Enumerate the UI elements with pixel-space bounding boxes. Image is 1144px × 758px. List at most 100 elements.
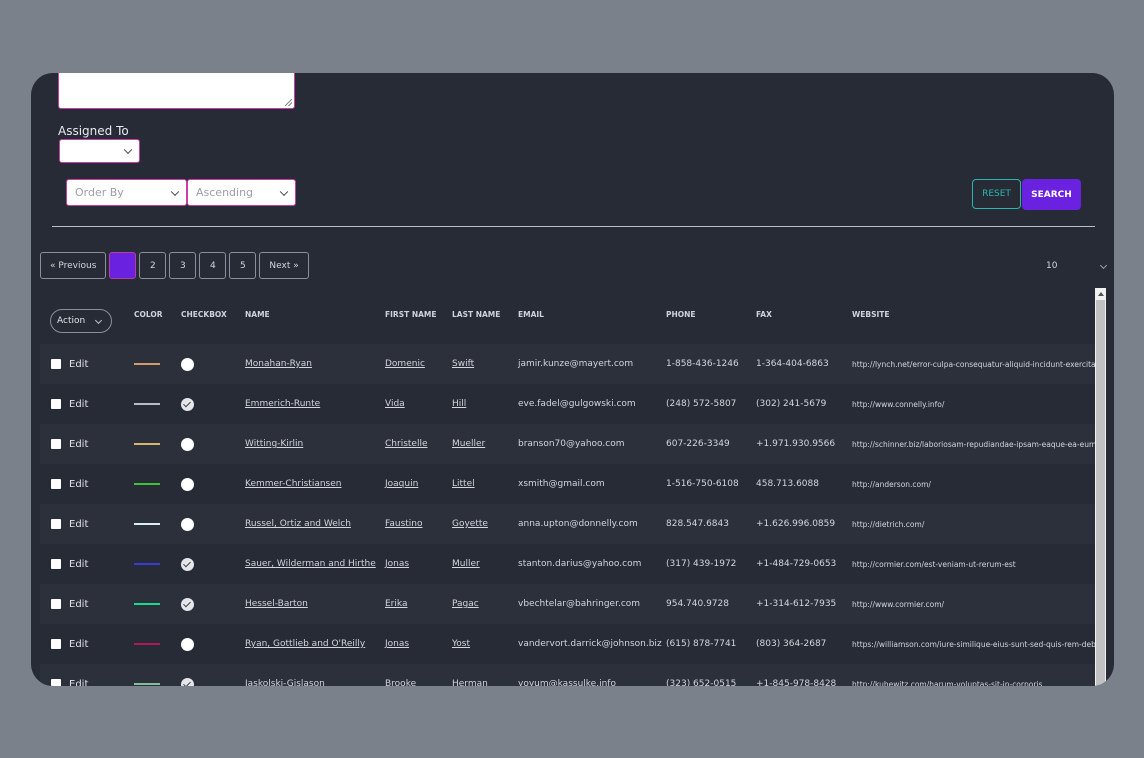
bulk-action-dropdown[interactable]: Action: [50, 309, 112, 333]
first-name-link[interactable]: Jonas: [385, 544, 409, 584]
email-cell: jamir.kunze@mayert.com: [518, 359, 634, 369]
header-website[interactable]: WEBSITE: [852, 310, 890, 319]
row-select-checkbox[interactable]: [51, 679, 61, 686]
page-button-2[interactable]: 2: [139, 252, 167, 279]
per-page-select[interactable]: 10: [1046, 256, 1108, 276]
email-cell: xsmith@gmail.com: [518, 479, 605, 489]
table-body: Edit Monahan-Ryan Domenic Swift jamir.kunze@…: [40, 344, 1095, 686]
check-circle-icon[interactable]: [181, 597, 194, 611]
last-name-link[interactable]: Goyette: [452, 504, 488, 544]
vertical-scrollbar[interactable]: [1095, 288, 1106, 686]
first-name-link[interactable]: Domenic: [385, 344, 425, 384]
header-checkbox[interactable]: CHECKBOX: [181, 310, 227, 319]
filter-panel: Assigned To Order By Ascending RESET SEA…: [52, 73, 1095, 227]
edit-link[interactable]: Edit: [69, 544, 88, 584]
edit-link[interactable]: Edit: [69, 384, 88, 424]
row-select-checkbox[interactable]: [51, 599, 61, 609]
empty-circle-icon[interactable]: [181, 517, 194, 531]
name-link[interactable]: Emmerich-Runte: [245, 384, 320, 424]
next-page-button[interactable]: Next »: [259, 252, 309, 279]
chevron-down-icon: [123, 145, 133, 155]
edit-link[interactable]: Edit: [69, 664, 88, 687]
row-select-checkbox[interactable]: [51, 519, 61, 529]
header-fax[interactable]: FAX: [756, 310, 772, 319]
reset-button[interactable]: RESET: [972, 179, 1021, 209]
row-select-checkbox[interactable]: [51, 359, 61, 369]
table-row: Edit Ryan, Gottlieb and O'Reilly Jonas Yost…: [40, 624, 1095, 664]
sort-direction-value: Ascending: [196, 186, 254, 199]
name-link[interactable]: Jaskolski-Gislason: [245, 664, 325, 686]
scrollbar-thumb[interactable]: [1096, 300, 1105, 686]
edit-link[interactable]: Edit: [69, 504, 88, 544]
page-button-1[interactable]: 1: [109, 252, 137, 279]
website-cell: http://www.cormier.com/: [852, 599, 945, 609]
header-email[interactable]: EMAIL: [518, 310, 544, 319]
name-link[interactable]: Witting-Kirlin: [245, 424, 303, 464]
check-circle-icon[interactable]: [181, 397, 194, 411]
website-cell: http://cormier.com/est-veniam-ut-rerum-e…: [852, 559, 1016, 569]
name-link[interactable]: Ryan, Gottlieb and O'Reilly: [245, 624, 365, 664]
scroll-up-icon[interactable]: [1098, 292, 1104, 296]
header-first-name[interactable]: FIRST NAME: [385, 310, 437, 319]
sort-direction-select[interactable]: Ascending: [187, 179, 296, 206]
edit-link[interactable]: Edit: [69, 344, 88, 384]
search-button[interactable]: SEARCH: [1022, 179, 1081, 210]
page-button-3[interactable]: 3: [169, 252, 197, 279]
phone-cell: 1-516-750-6108: [666, 479, 739, 489]
edit-link[interactable]: Edit: [69, 624, 88, 664]
first-name-link[interactable]: Faustino: [385, 504, 423, 544]
app-window: Assigned To Order By Ascending RESET SEA…: [31, 73, 1114, 686]
check-circle-icon[interactable]: [181, 677, 194, 686]
color-swatch: [134, 483, 160, 485]
name-link[interactable]: Kemmer-Christiansen: [245, 464, 342, 504]
empty-circle-icon[interactable]: [181, 477, 194, 491]
edit-link[interactable]: Edit: [69, 424, 88, 464]
row-select-checkbox[interactable]: [51, 639, 61, 649]
name-link[interactable]: Hessel-Barton: [245, 584, 308, 624]
last-name-link[interactable]: Muller: [452, 544, 480, 584]
last-name-link[interactable]: Yost: [452, 624, 470, 664]
email-cell: vbechtelar@bahringer.com: [518, 599, 641, 609]
name-link[interactable]: Monahan-Ryan: [245, 344, 312, 384]
edit-link[interactable]: Edit: [69, 464, 88, 504]
resize-grip-icon[interactable]: [285, 99, 292, 106]
phone-cell: (615) 878-7741: [666, 639, 737, 649]
first-name-link[interactable]: Erika: [385, 584, 407, 624]
first-name-link[interactable]: Vida: [385, 384, 405, 424]
empty-circle-icon[interactable]: [181, 357, 194, 371]
page-button-4[interactable]: 4: [199, 252, 227, 279]
fax-cell: +1-484-729-0653: [756, 559, 837, 569]
name-link[interactable]: Russel, Ortiz and Welch: [245, 504, 351, 544]
email-cell: yoyum@kassulke.info: [518, 679, 616, 686]
empty-circle-icon[interactable]: [181, 637, 194, 651]
header-phone[interactable]: PHONE: [666, 310, 696, 319]
last-name-link[interactable]: Pagac: [452, 584, 479, 624]
row-select-checkbox[interactable]: [51, 559, 61, 569]
header-name[interactable]: NAME: [245, 310, 270, 319]
row-select-checkbox[interactable]: [51, 439, 61, 449]
last-name-link[interactable]: Swift: [452, 344, 474, 384]
first-name-link[interactable]: Jonas: [385, 624, 409, 664]
header-color[interactable]: COLOR: [134, 310, 163, 319]
header-last-name[interactable]: LAST NAME: [452, 310, 500, 319]
last-name-link[interactable]: Mueller: [452, 424, 485, 464]
name-link[interactable]: Sauer, Wilderman and Hirthe: [245, 544, 376, 584]
first-name-link[interactable]: Christelle: [385, 424, 427, 464]
row-select-checkbox[interactable]: [51, 399, 61, 409]
last-name-link[interactable]: Littel: [452, 464, 475, 504]
first-name-link[interactable]: Brooke: [385, 664, 416, 686]
last-name-link[interactable]: Hill: [452, 384, 466, 424]
last-name-link[interactable]: Herman: [452, 664, 488, 686]
first-name-link[interactable]: Joaquin: [385, 464, 418, 504]
website-cell: http://kuhewitz.com/harum-voluptas-sit-i…: [852, 679, 1043, 687]
row-select-checkbox[interactable]: [51, 479, 61, 489]
action-label: Action: [57, 316, 86, 326]
assigned-to-select[interactable]: [59, 139, 140, 163]
check-circle-icon[interactable]: [181, 557, 194, 571]
previous-page-button[interactable]: « Previous: [40, 252, 107, 279]
empty-circle-icon[interactable]: [181, 437, 194, 451]
order-by-select[interactable]: Order By: [66, 179, 187, 206]
notes-textarea[interactable]: [58, 73, 295, 109]
edit-link[interactable]: Edit: [69, 584, 88, 624]
page-button-5[interactable]: 5: [229, 252, 257, 279]
